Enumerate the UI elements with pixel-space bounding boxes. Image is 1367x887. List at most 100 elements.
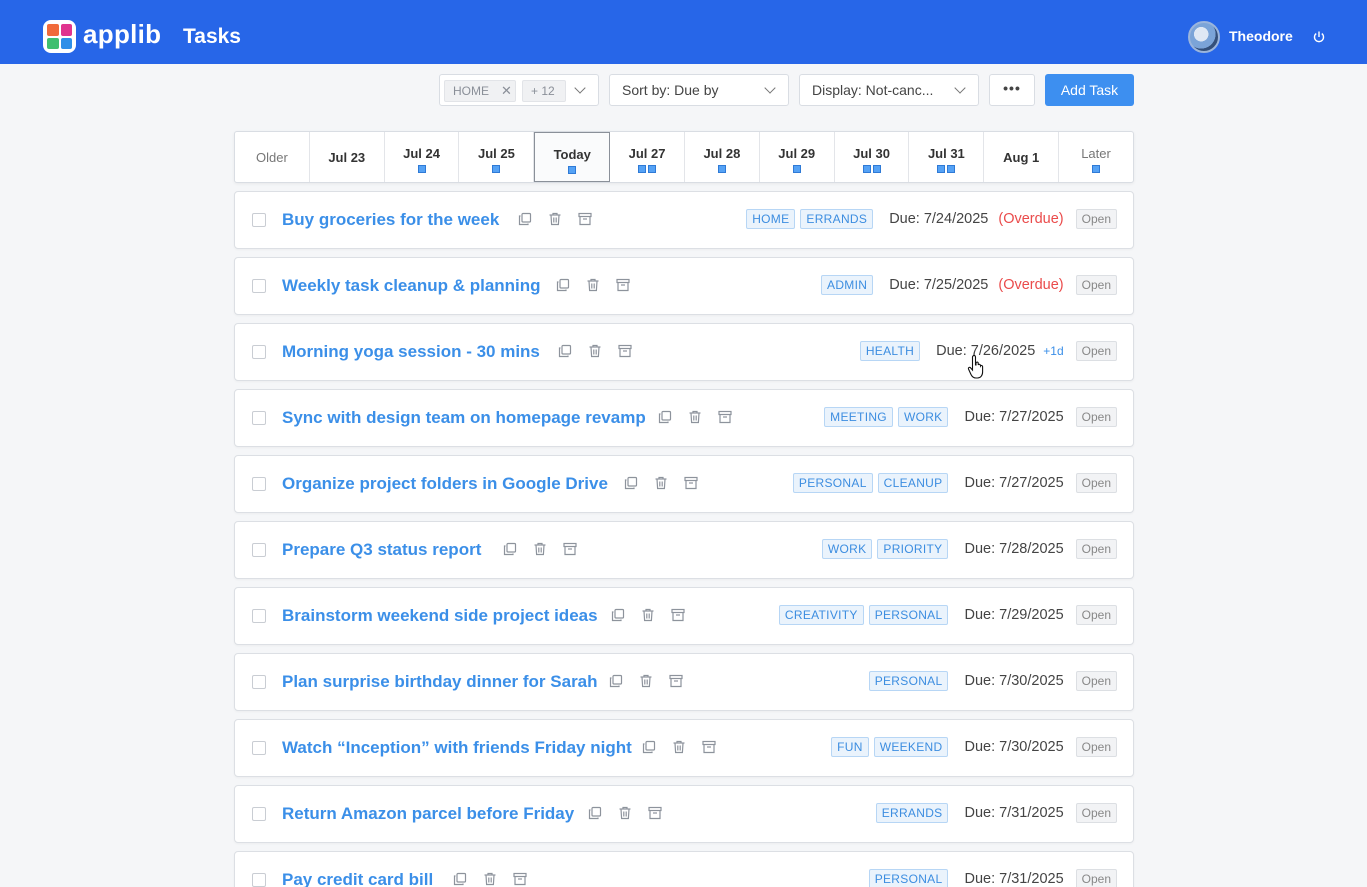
trash-icon[interactable] bbox=[586, 278, 600, 292]
task-checkbox[interactable] bbox=[252, 279, 266, 293]
task-title[interactable]: Plan surprise birthday dinner for Sarah bbox=[282, 672, 598, 692]
task-row[interactable]: Pay credit card bill PERSONAL Due: 7/31/20… bbox=[234, 851, 1134, 887]
power-icon[interactable] bbox=[1312, 30, 1326, 44]
task-row[interactable]: Buy groceries for the week HOME ERRANDS Due… bbox=[234, 191, 1134, 249]
task-row[interactable]: Organize project folders in Google Drive… bbox=[234, 455, 1134, 513]
archive-icon[interactable] bbox=[616, 278, 630, 292]
task-row[interactable]: Plan surprise birthday dinner for Sarah P… bbox=[234, 653, 1134, 711]
task-checkbox[interactable] bbox=[252, 675, 266, 689]
copy-icon[interactable] bbox=[611, 608, 625, 622]
avatar[interactable] bbox=[1188, 21, 1220, 53]
task-title[interactable]: Prepare Q3 status report bbox=[282, 540, 481, 560]
task-checkbox[interactable] bbox=[252, 873, 266, 887]
date-cell[interactable]: Jul 30 bbox=[835, 132, 910, 182]
archive-icon[interactable] bbox=[669, 674, 683, 688]
copy-icon[interactable] bbox=[453, 872, 467, 886]
task-checkbox[interactable] bbox=[252, 807, 266, 821]
task-checkbox[interactable] bbox=[252, 345, 266, 359]
trash-icon[interactable] bbox=[548, 212, 562, 226]
tag-badge[interactable]: FUN bbox=[831, 737, 869, 757]
copy-icon[interactable] bbox=[609, 674, 623, 688]
task-checkbox[interactable] bbox=[252, 609, 266, 623]
date-cell[interactable]: Jul 24 bbox=[385, 132, 460, 182]
trash-icon[interactable] bbox=[618, 806, 632, 820]
date-cell[interactable]: Jul 28 bbox=[685, 132, 760, 182]
sort-select[interactable]: Sort by: Due by bbox=[609, 74, 789, 106]
task-title[interactable]: Brainstorm weekend side project ideas bbox=[282, 606, 598, 626]
archive-icon[interactable] bbox=[648, 806, 662, 820]
tag-badge[interactable]: PERSONAL bbox=[792, 473, 873, 493]
task-row[interactable]: Morning yoga session - 30 mins HEALTH Due:… bbox=[234, 323, 1134, 381]
task-title[interactable]: Watch “Inception” with friends Friday ni… bbox=[282, 738, 632, 758]
task-row[interactable]: Watch “Inception” with friends Friday ni… bbox=[234, 719, 1134, 777]
copy-icon[interactable] bbox=[558, 344, 572, 358]
archive-icon[interactable] bbox=[618, 344, 632, 358]
task-checkbox[interactable] bbox=[252, 213, 266, 227]
copy-icon[interactable] bbox=[556, 278, 570, 292]
tag-filter-select[interactable]: HOME ✕ + 12 bbox=[439, 74, 599, 106]
tag-badge[interactable]: CREATIVITY bbox=[778, 605, 864, 625]
tag-badge[interactable]: WORK bbox=[897, 407, 949, 427]
add-task-button[interactable]: Add Task bbox=[1045, 74, 1134, 106]
date-cell[interactable]: Jul 31 bbox=[909, 132, 985, 182]
tag-badge[interactable]: ERRANDS bbox=[875, 803, 949, 823]
tag-badge[interactable]: HOME bbox=[746, 209, 796, 229]
trash-icon[interactable] bbox=[639, 674, 653, 688]
archive-icon[interactable] bbox=[671, 608, 685, 622]
tag-badge[interactable]: HEALTH bbox=[859, 341, 921, 361]
copy-icon[interactable] bbox=[518, 212, 532, 226]
tag-badge[interactable]: PRIORITY bbox=[877, 539, 949, 559]
archive-icon[interactable] bbox=[513, 872, 527, 886]
trash-icon[interactable] bbox=[654, 476, 668, 490]
trash-icon[interactable] bbox=[533, 542, 547, 556]
task-title[interactable]: Buy groceries for the week bbox=[282, 210, 499, 230]
archive-icon[interactable] bbox=[684, 476, 698, 490]
task-title[interactable]: Sync with design team on homepage revamp bbox=[282, 408, 646, 428]
date-cell[interactable]: Jul 25 bbox=[459, 132, 535, 182]
display-select[interactable]: Display: Not-canc... bbox=[799, 74, 979, 106]
task-row[interactable]: Brainstorm weekend side project ideas CRE… bbox=[234, 587, 1134, 645]
trash-icon[interactable] bbox=[641, 608, 655, 622]
task-checkbox[interactable] bbox=[252, 741, 266, 755]
tag-badge[interactable]: PERSONAL bbox=[868, 605, 949, 625]
task-row[interactable]: Sync with design team on homepage revamp… bbox=[234, 389, 1134, 447]
date-cell[interactable]: Jul 27 bbox=[610, 132, 685, 182]
tag-badge[interactable]: MEETING bbox=[824, 407, 893, 427]
tag-badge[interactable]: CLEANUP bbox=[877, 473, 949, 493]
archive-icon[interactable] bbox=[718, 410, 732, 424]
trash-icon[interactable] bbox=[672, 740, 686, 754]
task-title[interactable]: Return Amazon parcel before Friday bbox=[282, 804, 574, 824]
trash-icon[interactable] bbox=[483, 872, 497, 886]
copy-icon[interactable] bbox=[624, 476, 638, 490]
tag-badge[interactable]: ERRANDS bbox=[800, 209, 874, 229]
copy-icon[interactable] bbox=[588, 806, 602, 820]
tag-badge[interactable]: ADMIN bbox=[821, 275, 874, 295]
archive-icon[interactable] bbox=[578, 212, 592, 226]
date-cell[interactable]: Later bbox=[1059, 132, 1133, 182]
date-cell[interactable]: Jul 23 bbox=[310, 132, 385, 182]
archive-icon[interactable] bbox=[702, 740, 716, 754]
more-options-button[interactable]: ••• bbox=[989, 74, 1035, 106]
copy-icon[interactable] bbox=[658, 410, 672, 424]
date-cell[interactable]: Older bbox=[235, 132, 310, 182]
task-checkbox[interactable] bbox=[252, 543, 266, 557]
tag-badge[interactable]: PERSONAL bbox=[868, 671, 949, 691]
tag-badge[interactable]: WEEKEND bbox=[873, 737, 949, 757]
task-title[interactable]: Morning yoga session - 30 mins bbox=[282, 342, 540, 362]
archive-icon[interactable] bbox=[563, 542, 577, 556]
task-checkbox[interactable] bbox=[252, 411, 266, 425]
task-row[interactable]: Weekly task cleanup & planning ADMIN Due: … bbox=[234, 257, 1134, 315]
tag-badge[interactable]: PERSONAL bbox=[868, 869, 949, 887]
task-row[interactable]: Prepare Q3 status report WORK PRIORITY Due:… bbox=[234, 521, 1134, 579]
date-cell[interactable]: Today bbox=[534, 132, 611, 182]
task-row[interactable]: Return Amazon parcel before Friday ERRAND… bbox=[234, 785, 1134, 843]
app-logo-text[interactable]: applib bbox=[83, 19, 161, 50]
tag-badge[interactable]: WORK bbox=[821, 539, 873, 559]
close-icon[interactable]: ✕ bbox=[501, 81, 512, 101]
copy-icon[interactable] bbox=[503, 542, 517, 556]
date-cell[interactable]: Jul 29 bbox=[760, 132, 835, 182]
date-cell[interactable]: Aug 1 bbox=[984, 132, 1060, 182]
copy-icon[interactable] bbox=[642, 740, 656, 754]
task-title[interactable]: Pay credit card bill bbox=[282, 870, 433, 887]
task-title[interactable]: Organize project folders in Google Drive bbox=[282, 474, 608, 494]
